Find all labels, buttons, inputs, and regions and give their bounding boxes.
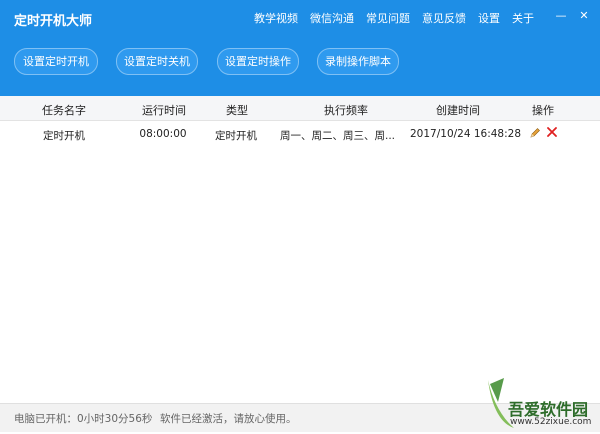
menu-settings[interactable]: 设置 <box>478 10 500 26</box>
title-bar: 定时开机大师 教学视频 微信沟通 常见问题 意见反馈 设置 关于 — ✕ 设置定… <box>0 0 600 96</box>
record-script-button[interactable]: 录制操作脚本 <box>317 48 399 75</box>
app-title: 定时开机大师 <box>14 14 93 29</box>
app-window: 定时开机大师 教学视频 微信沟通 常见问题 意见反馈 设置 关于 — ✕ 设置定… <box>0 0 600 432</box>
cell-run-time: 08:00:00 <box>139 128 187 140</box>
menu-about[interactable]: 关于 <box>512 10 534 26</box>
set-operation-button[interactable]: 设置定时操作 <box>217 48 299 75</box>
cell-frequency: 周一、周二、周三、周... <box>280 130 396 142</box>
header-created-time[interactable]: 创建时间 <box>430 102 486 118</box>
menu-tutorial-video[interactable]: 教学视频 <box>254 10 298 26</box>
minimize-button[interactable]: — <box>552 7 570 25</box>
close-button[interactable]: ✕ <box>575 7 593 25</box>
header-type[interactable]: 类型 <box>220 102 254 118</box>
menu-wechat-contact[interactable]: 微信沟通 <box>310 10 354 26</box>
cell-created-time: 2017/10/24 16:48:28 <box>410 128 522 140</box>
pencil-icon[interactable] <box>529 127 541 139</box>
uptime-text: 电脑已开机：0小时30分56秒 <box>14 413 153 425</box>
top-menu: 教学视频 微信沟通 常见问题 意见反馈 设置 关于 <box>254 10 534 26</box>
table-row[interactable]: 定时开机 08:00:00 定时开机 周一、周二、周三、周... 2017/10… <box>0 124 600 146</box>
watermark-logo: 吾爱软件园 www.52zixue.com <box>470 358 600 431</box>
header-operations: 操作 <box>532 104 554 117</box>
delete-x-icon[interactable] <box>546 125 558 139</box>
cell-task-name: 定时开机 <box>43 130 85 142</box>
set-poweroff-button[interactable]: 设置定时关机 <box>116 48 198 75</box>
menu-feedback[interactable]: 意见反馈 <box>422 10 466 26</box>
activation-text: 软件已经激活，请放心使用。 <box>160 413 297 425</box>
cell-type: 定时开机 <box>215 130 257 142</box>
header-task-name[interactable]: 任务名字 <box>36 102 92 118</box>
task-table-header: 任务名字 运行时间 类型 执行频率 创建时间 操作 <box>0 96 600 121</box>
header-frequency[interactable]: 执行频率 <box>318 102 374 118</box>
header-run-time[interactable]: 运行时间 <box>136 102 192 118</box>
action-bar: 设置定时开机 设置定时关机 设置定时操作 录制操作脚本 <box>0 48 600 75</box>
watermark-site: www.52zixue.com <box>510 417 592 427</box>
menu-faq[interactable]: 常见问题 <box>366 10 410 26</box>
set-poweron-button[interactable]: 设置定时开机 <box>14 48 98 75</box>
